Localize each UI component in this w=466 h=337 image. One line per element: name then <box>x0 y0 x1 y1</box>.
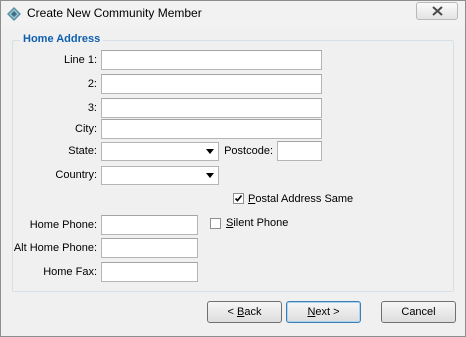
home-phone-label: Home Phone: <box>29 219 97 231</box>
cancel-button[interactable]: Cancel <box>381 301 456 323</box>
postal-address-same-checkbox[interactable] <box>233 193 244 204</box>
title-bar[interactable]: Create New Community Member <box>1 1 465 27</box>
chevron-down-icon[interactable] <box>203 168 217 183</box>
postcode-label: Postcode: <box>224 145 273 157</box>
address-line1-field[interactable] <box>101 50 322 70</box>
close-icon <box>432 6 443 16</box>
home-phone-field[interactable] <box>101 215 198 235</box>
silent-phone-label[interactable]: Silent Phone <box>226 217 288 229</box>
line1-label: Line 1: <box>63 54 97 66</box>
alt-home-phone-field[interactable] <box>101 238 198 258</box>
address-line2-field[interactable] <box>101 74 322 94</box>
city-field[interactable] <box>101 119 322 139</box>
diamond-app-icon <box>7 7 21 21</box>
line2-label: 2: <box>87 78 97 90</box>
country-dropdown[interactable] <box>101 166 219 185</box>
postal-address-same-label[interactable]: Postal Address Same <box>248 193 353 205</box>
silent-phone-checkbox[interactable] <box>210 218 221 229</box>
next-button[interactable]: Next > <box>286 301 361 323</box>
city-label: City: <box>75 123 97 135</box>
alt-home-phone-label: Alt Home Phone: <box>13 242 97 254</box>
chevron-down-icon[interactable] <box>203 144 217 159</box>
home-fax-field[interactable] <box>101 262 198 282</box>
back-button[interactable]: < Back <box>207 301 282 323</box>
postcode-field[interactable] <box>277 141 322 161</box>
address-line3-field[interactable] <box>101 98 322 118</box>
window-title: Create New Community Member <box>27 6 202 20</box>
close-button[interactable] <box>416 2 458 20</box>
home-fax-label: Home Fax: <box>43 266 97 278</box>
line3-label: 3: <box>87 102 97 114</box>
group-legend: Home Address <box>20 33 104 45</box>
dialog-window: Create New Community Member Home Address… <box>0 0 466 337</box>
checkmark-icon <box>234 195 243 202</box>
dialog-body: Home Address Line 1: 2: 3: City: State: … <box>1 27 465 336</box>
state-label: State: <box>68 145 97 157</box>
state-dropdown[interactable] <box>101 142 219 161</box>
country-label: Country: <box>55 169 97 181</box>
